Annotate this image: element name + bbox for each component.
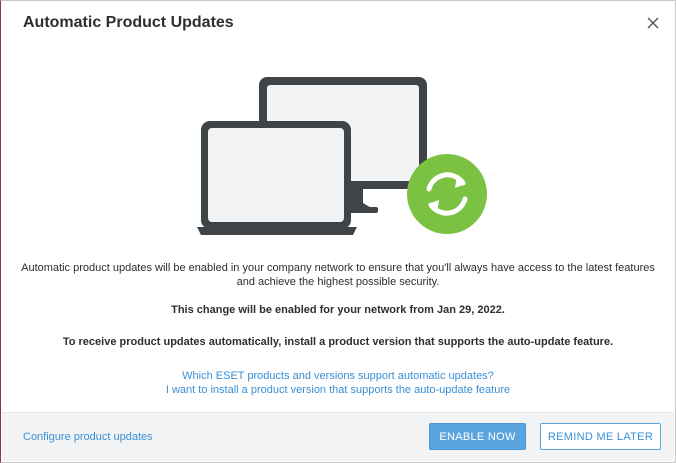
dialog-content: Automatic product updates will be enable…: [1, 261, 675, 397]
enable-now-button[interactable]: ENABLE NOW: [429, 423, 526, 450]
configure-updates-link[interactable]: Configure product updates: [23, 431, 153, 443]
close-icon[interactable]: [644, 14, 662, 32]
supported-products-link[interactable]: Which ESET products and versions support…: [1, 369, 675, 383]
dialog-header: Automatic Product Updates: [1, 1, 675, 47]
enable-date-notice: This change will be enabled for your net…: [171, 304, 505, 316]
devices-illustration: [191, 71, 491, 241]
remind-me-later-button[interactable]: REMIND ME LATER: [540, 423, 661, 450]
install-supported-version-link[interactable]: I want to install a product version that…: [1, 383, 675, 397]
refresh-icon: [407, 154, 487, 234]
auto-updates-dialog: Automatic Product Updates Automatic prod…: [0, 0, 676, 463]
help-links: Which ESET products and versions support…: [1, 369, 675, 397]
install-notice: To receive product updates automatically…: [62, 336, 614, 348]
laptop-icon: [197, 121, 357, 235]
description-text: Automatic product updates will be enable…: [21, 262, 655, 288]
dialog-title: Automatic Product Updates: [23, 14, 234, 31]
dialog-footer: Configure product updates ENABLE NOW REM…: [2, 412, 674, 461]
